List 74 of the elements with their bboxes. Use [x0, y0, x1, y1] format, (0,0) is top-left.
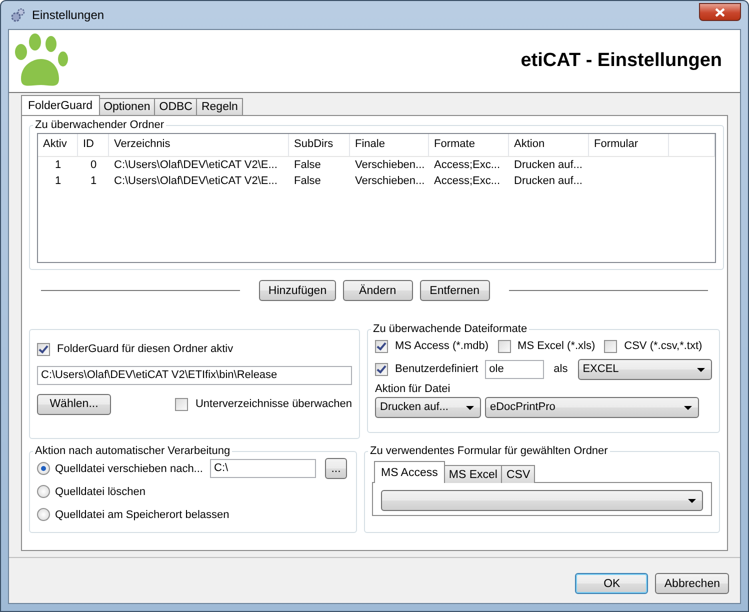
radio-label: Quelldatei löschen: [55, 486, 147, 498]
table-cell-text: 1: [89, 175, 98, 187]
printer-dropdown[interactable]: eDocPrintPro: [485, 396, 699, 418]
table-cell-text: Access;Exc...: [433, 159, 502, 171]
checkbox-label: Unterverzeichnisse überwachen: [195, 398, 352, 410]
column-header[interactable]: Aktion: [509, 134, 589, 156]
checkbox-label: MS Excel (*.xls): [518, 340, 596, 352]
list-button[interactable]: Entfernen: [420, 280, 490, 301]
extension-field[interactable]: ole: [485, 360, 544, 378]
table-cell-text: False: [293, 159, 322, 171]
tab[interactable]: Optionen: [98, 98, 156, 115]
column-header[interactable]: Aktiv: [38, 134, 78, 156]
folder-list[interactable]: [37, 133, 716, 263]
form-dropdown[interactable]: [381, 490, 703, 511]
group-title: Zu verwendentes Formular für gewählten Ordner: [369, 445, 609, 457]
field-label: Aktion für Datei: [375, 383, 452, 395]
table-cell-text: Verschieben...: [354, 175, 426, 187]
dialog-button[interactable]: OK: [575, 573, 648, 594]
checkbox[interactable]: [604, 340, 618, 352]
checkbox[interactable]: [175, 398, 188, 410]
format-dropdown[interactable]: EXCEL: [578, 358, 712, 380]
column-header[interactable]: Finale: [350, 134, 429, 156]
column-header[interactable]: Verzeichnis: [109, 134, 289, 156]
column-header[interactable]: Formular: [589, 134, 669, 156]
table-cell-text: Drucken auf...: [513, 175, 584, 187]
table-cell-text: C:\Users\Olaf\DEV\etiCAT V2\E...: [113, 175, 278, 187]
browse-button[interactable]: ...: [325, 458, 347, 479]
radio-label: Quelldatei am Speicherort belassen: [55, 508, 230, 520]
header-title: etiCAT - Einstellungen: [520, 50, 722, 72]
gear-icon: [10, 7, 26, 23]
list-button[interactable]: Ändern: [342, 280, 413, 301]
action-dropdown[interactable]: Drucken auf...: [375, 396, 481, 418]
column-header[interactable]: ID: [78, 134, 109, 156]
radio-button[interactable]: [37, 485, 50, 498]
table-cell-text: 0: [89, 159, 98, 171]
group-title: Aktion nach automatischer Verarbeitung: [34, 445, 232, 457]
window-title: Einstellungen: [32, 8, 104, 22]
group-title: Zu überwachender Ordner: [34, 119, 166, 131]
checkbox-label: MS Access (*.mdb): [395, 340, 489, 352]
table-cell-text: 1: [54, 175, 62, 187]
close-icon: [715, 8, 725, 16]
tab[interactable]: Regeln: [196, 98, 243, 115]
checkbox-label: FolderGuard für diesen Ordner aktiv: [57, 343, 234, 355]
table-cell-text: Verschieben...: [354, 159, 426, 171]
radio-button[interactable]: [37, 508, 50, 521]
checkbox[interactable]: [498, 340, 511, 352]
radio-button[interactable]: [37, 462, 50, 475]
tab[interactable]: CSV: [501, 465, 536, 483]
column-header[interactable]: SubDirs: [289, 134, 350, 156]
radio-label: Quelldatei verschieben nach...: [55, 462, 204, 474]
checkbox-label: Benutzerdefiniert: [395, 363, 478, 375]
table-cell-text: Access;Exc...: [433, 175, 502, 187]
paw-icon: [13, 33, 71, 89]
checkbox[interactable]: [375, 362, 388, 376]
field-label: als: [554, 363, 568, 375]
table-cell-text: False: [293, 175, 322, 187]
table-cell-text: C:\Users\Olaf\DEV\etiCAT V2\E...: [113, 159, 278, 171]
checkbox-label: CSV (*.csv,*.txt): [624, 340, 702, 352]
checkbox[interactable]: [375, 340, 388, 352]
tab[interactable]: MS Excel: [444, 465, 502, 483]
choose-button[interactable]: Wählen...: [37, 394, 111, 414]
checkbox[interactable]: [37, 342, 50, 356]
tab[interactable]: ODBC: [154, 98, 198, 115]
tab[interactable]: MS Access: [374, 461, 445, 483]
tab[interactable]: FolderGuard: [21, 95, 100, 115]
close-button[interactable]: [699, 3, 741, 21]
dialog-button[interactable]: Abbrechen: [655, 573, 729, 594]
column-header[interactable]: Formate: [429, 134, 509, 156]
table-cell-text: Drucken auf...: [513, 159, 584, 171]
list-button[interactable]: Hinzufügen: [259, 280, 336, 301]
target-field[interactable]: C:\: [210, 459, 316, 478]
table-cell-text: 1: [54, 159, 62, 171]
path-field[interactable]: C:\Users\Olaf\DEV\etiCAT V2\ETIfix\bin\Release: [37, 366, 352, 385]
group-title: Zu überwachende Dateiformate: [372, 323, 528, 335]
